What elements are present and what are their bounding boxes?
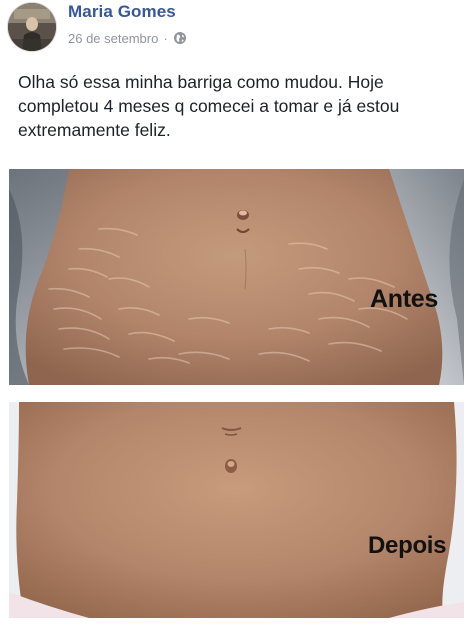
post-meta: 26 de setembro · [68, 29, 187, 47]
avatar[interactable] [8, 3, 56, 51]
meta-separator: · [163, 30, 168, 46]
before-label: Antes [370, 285, 438, 313]
photo-divider [0, 391, 471, 397]
facebook-post: Maria Gomes 26 de setembro · Olha só ess… [0, 0, 471, 629]
before-photo[interactable]: Antes [9, 169, 464, 385]
globe-icon[interactable] [173, 31, 187, 45]
post-caption: Olha só essa minha barriga como mudou. H… [18, 72, 400, 140]
after-photo[interactable]: Depois [9, 402, 464, 618]
author-name-link[interactable]: Maria Gomes [68, 2, 176, 22]
post-date-link[interactable]: 26 de setembro [68, 31, 158, 46]
after-label: Depois [368, 532, 447, 559]
